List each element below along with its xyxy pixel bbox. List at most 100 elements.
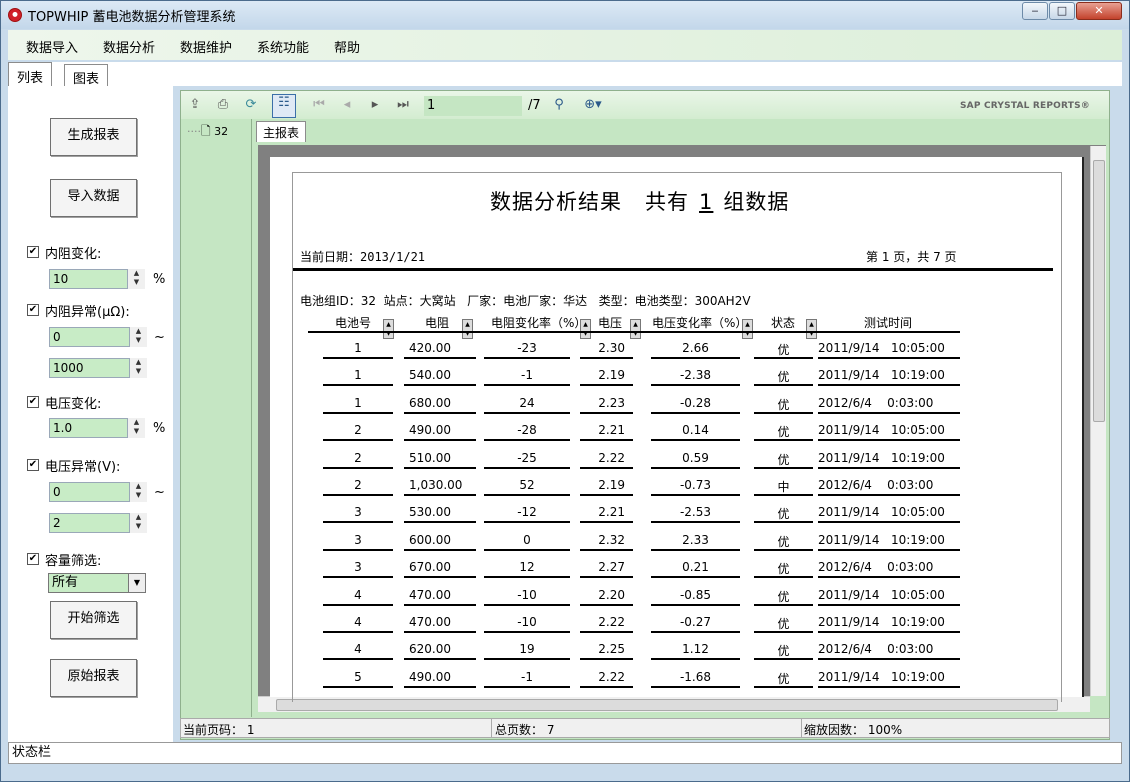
page-total: /7	[528, 98, 541, 113]
resistance-max-stepper[interactable]: ▲ ▼	[129, 358, 147, 378]
cell-test-time: 2011/9/14 10:19:00	[818, 615, 960, 633]
find-binoculars-icon[interactable]: ⚲	[550, 97, 568, 113]
original-report-button[interactable]: 原始报表	[50, 659, 137, 697]
next-page-icon[interactable]: ▸	[366, 97, 384, 113]
app-status-bar: 状态栏	[8, 742, 1122, 764]
voltage-abnormal-checkbox[interactable]: ✔	[27, 459, 39, 471]
resistance-change-checkbox[interactable]: ✔	[27, 246, 39, 258]
cell-voltage-rate: -0.27	[651, 615, 740, 633]
report-title: 数据分析结果 共有 1 组数据	[490, 186, 789, 216]
cell-voltage: 2.21	[580, 505, 633, 524]
tree-connector: ····	[187, 125, 201, 138]
cell-test-time: 2012/6/4 0:03:00	[818, 642, 960, 661]
cell-status: 优	[754, 588, 813, 606]
report-date: 当前日期：2013/1/21	[300, 250, 426, 264]
sort-resistance-icon[interactable]: ▲ ▼	[462, 319, 473, 339]
refresh-icon[interactable]: ⟳	[242, 97, 260, 113]
cell-status: 优	[754, 341, 813, 359]
cell-battery-no: 4	[323, 588, 393, 606]
maximize-button[interactable]: □	[1049, 2, 1075, 20]
voltage-change-label: 电压变化:	[45, 397, 102, 412]
sort-voltage-rate-icon[interactable]: ▲ ▼	[742, 319, 753, 339]
page-number-value: 1	[427, 98, 436, 113]
cell-resistance: 680.00	[404, 396, 476, 414]
sort-voltage-icon[interactable]: ▲ ▼	[630, 319, 641, 339]
voltage-min-value: 0	[53, 485, 61, 499]
cell-resistance: 490.00	[404, 423, 476, 442]
cell-battery-no: 2	[323, 423, 393, 442]
cell-resistance: 530.00	[404, 505, 476, 524]
page-number-input[interactable]: 1	[424, 96, 522, 116]
cell-battery-no: 2	[323, 451, 393, 469]
total-pages-status: 总页数： 7	[495, 723, 555, 737]
group-tree	[181, 119, 252, 717]
resistance-abnormal-checkbox[interactable]: ✔	[27, 304, 39, 316]
cell-voltage: 2.22	[580, 615, 633, 633]
cell-status: 优	[754, 423, 813, 442]
voltage-change-checkbox[interactable]: ✔	[27, 396, 39, 408]
first-page-icon[interactable]: ⏮	[310, 97, 328, 113]
print-icon[interactable]: ⎙	[214, 97, 232, 113]
cell-battery-no: 1	[323, 368, 393, 387]
cell-voltage: 2.22	[580, 451, 633, 469]
cell-status: 优	[754, 615, 813, 633]
vertical-scroll-thumb[interactable]	[1093, 160, 1105, 422]
import-data-button[interactable]: 导入数据	[50, 179, 137, 217]
vertical-scrollbar[interactable]	[1090, 146, 1106, 696]
cell-status: 优	[754, 642, 813, 661]
sort-resistance-rate-icon[interactable]: ▲ ▼	[580, 319, 591, 339]
close-button[interactable]: ✕	[1076, 2, 1122, 20]
menu-data-maintenance[interactable]: 数据维护	[180, 37, 232, 56]
zoom-icon[interactable]: ⊕▾	[578, 97, 608, 113]
tab-list[interactable]: 列表	[8, 62, 53, 86]
resistance-change-value: 10	[53, 272, 69, 286]
cell-voltage: 2.20	[580, 588, 633, 606]
cell-resistance: 620.00	[404, 642, 476, 661]
menu-data-import[interactable]: 数据导入	[26, 37, 78, 56]
cell-test-time: 2011/9/14 10:05:00	[818, 341, 960, 359]
resistance-change-stepper[interactable]: ▲ ▼	[127, 269, 145, 289]
chevron-down-icon[interactable]: ▼	[128, 574, 145, 592]
cell-voltage-rate: 2.66	[651, 341, 740, 359]
cell-battery-no: 1	[323, 341, 393, 359]
last-page-icon[interactable]: ⏭	[394, 97, 412, 113]
cell-resistance: 470.00	[404, 588, 476, 606]
cell-resistance: 510.00	[404, 451, 476, 469]
group-tree-toggle-icon[interactable]: ☷	[272, 94, 296, 118]
generate-report-button[interactable]: 生成报表	[50, 118, 137, 156]
col-header-voltage-rate: 电压变化率（%）	[652, 316, 748, 330]
menu-bar: 数据导入 数据分析 数据维护 系统功能 帮助	[8, 30, 1122, 60]
cell-voltage-rate: 0.21	[651, 560, 740, 579]
col-header-status: 状态	[771, 316, 796, 330]
menu-help[interactable]: 帮助	[334, 37, 360, 56]
report-title-suffix: 组数据	[723, 190, 790, 214]
tab-chart[interactable]: 图表	[64, 64, 109, 87]
cell-status: 优	[754, 368, 813, 387]
cell-status: 中	[754, 478, 813, 496]
voltage-change-stepper[interactable]: ▲ ▼	[127, 418, 145, 438]
sort-battery-no-icon[interactable]: ▲ ▼	[383, 319, 394, 339]
cell-test-time: 2012/6/4 0:03:00	[818, 396, 960, 414]
menu-system[interactable]: 系统功能	[257, 37, 309, 56]
cell-status: 优	[754, 451, 813, 469]
export-icon[interactable]: ⇪	[186, 97, 204, 113]
voltage-max-stepper[interactable]: ▲ ▼	[129, 513, 147, 533]
tree-node-32[interactable]: ····🗋 32	[187, 122, 228, 143]
app-icon	[8, 8, 22, 22]
cell-battery-no: 4	[323, 615, 393, 633]
status-divider	[491, 719, 492, 737]
menu-data-analysis[interactable]: 数据分析	[103, 37, 155, 56]
sort-status-icon[interactable]: ▲ ▼	[806, 319, 817, 339]
page-icon: 🗋	[201, 124, 211, 138]
start-filter-button[interactable]: 开始筛选	[50, 601, 137, 639]
voltage-min-stepper[interactable]: ▲ ▼	[129, 482, 147, 502]
window-title: TOPWHIP 蓄电池数据分析管理系统	[28, 10, 236, 25]
report-title-prefix: 数据分析结果 共有	[490, 190, 690, 214]
header-divider	[293, 268, 1053, 271]
tab-main-report[interactable]: 主报表	[256, 121, 307, 142]
prev-page-icon[interactable]: ◂	[338, 97, 356, 113]
zoom-status: 缩放因数： 100%	[804, 723, 903, 737]
capacity-checkbox[interactable]: ✔	[27, 553, 39, 565]
resistance-min-stepper[interactable]: ▲ ▼	[129, 327, 147, 347]
minimize-button[interactable]: ‒	[1022, 2, 1048, 20]
